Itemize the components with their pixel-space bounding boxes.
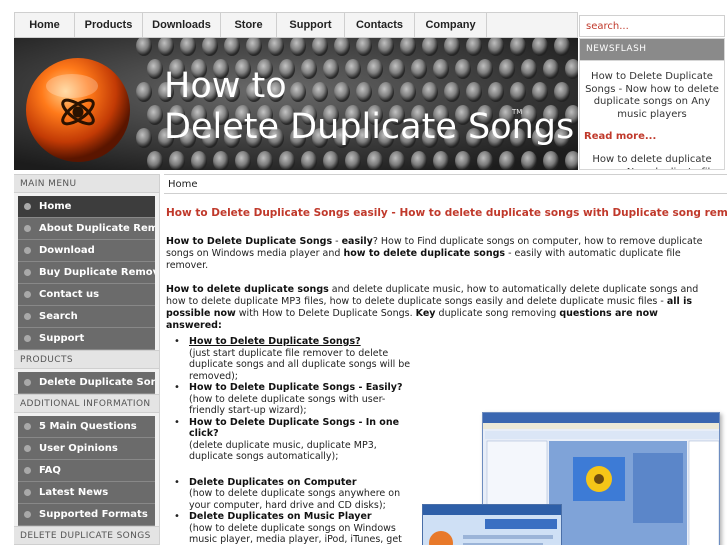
sidebar-item-label: 5 Main Questions bbox=[39, 421, 137, 432]
list-item: Delete Duplicates on Music Player (how t… bbox=[172, 511, 412, 545]
breadcrumb: Home bbox=[164, 174, 727, 194]
feature-title: Delete Duplicates on Music Player bbox=[189, 511, 372, 522]
bullet-icon bbox=[24, 379, 31, 386]
bold-text: How to Delete Duplicate Songs bbox=[166, 236, 333, 247]
read-more-link[interactable]: Read more... bbox=[580, 131, 724, 142]
sidebar-item-label: Search bbox=[39, 311, 78, 322]
sidebar-item-supported-formats[interactable]: Supported Formats bbox=[18, 504, 155, 526]
main-content: Home How to Delete Duplicate Songs easil… bbox=[164, 174, 727, 545]
feature-description: (delete duplicate music, duplicate MP3, … bbox=[189, 439, 377, 463]
bullet-icon bbox=[24, 247, 31, 254]
trademark-mark: TM bbox=[512, 108, 523, 116]
sidebar-item-label: Latest News bbox=[39, 487, 109, 498]
list-item: How to Delete Duplicate Songs - In one c… bbox=[172, 417, 412, 463]
sidebar-item-label: About Duplicate Remover bbox=[39, 223, 155, 234]
nav-support[interactable]: Support bbox=[277, 13, 345, 37]
nav-store[interactable]: Store bbox=[221, 13, 277, 37]
newsflash-item: How to delete duplicate songs - New dupl… bbox=[588, 154, 717, 169]
sidebar-item-search[interactable]: Search bbox=[18, 306, 155, 328]
sidebar-heading-products: PRODUCTS bbox=[14, 350, 159, 369]
search-input[interactable] bbox=[579, 15, 725, 37]
bold-text: how to delete duplicate songs bbox=[343, 248, 506, 259]
bullet-icon bbox=[24, 203, 31, 210]
sidebar-item-label: Home bbox=[39, 201, 72, 212]
sidebar-heading-delete-duplicate-songs: DELETE DUPLICATE SONGS bbox=[14, 526, 159, 545]
sidebar-item-faq[interactable]: FAQ bbox=[18, 460, 155, 482]
page-headline: How to Delete Duplicate Songs easily - H… bbox=[166, 207, 727, 219]
sidebar-item-label: Download bbox=[39, 245, 95, 256]
sidebar-item-label: Support bbox=[39, 333, 85, 344]
bullet-icon bbox=[24, 445, 31, 452]
bullet-icon bbox=[24, 291, 31, 298]
bullet-icon bbox=[24, 467, 31, 474]
bold-text: easily bbox=[341, 236, 373, 247]
sidebar-item-label: FAQ bbox=[39, 465, 61, 476]
sidebar-item-contact[interactable]: Contact us bbox=[18, 284, 155, 306]
feature-title: How to Delete Duplicate Songs - Easily? bbox=[189, 382, 403, 393]
list-item: Delete Duplicates on Computer (how to de… bbox=[172, 477, 412, 512]
wizard-screenshot bbox=[422, 504, 562, 545]
sidebar-item-home[interactable]: Home bbox=[18, 196, 155, 218]
feature-title: How to Delete Duplicate Songs - In one c… bbox=[189, 416, 400, 440]
sidebar-item-buy[interactable]: Buy Duplicate Remover bbox=[18, 262, 155, 284]
feature-title: Delete Duplicates on Computer bbox=[189, 476, 357, 488]
sidebar-heading-additional: ADDITIONAL INFORMATION bbox=[14, 394, 159, 413]
header-banner: How to Delete Duplicate Songs TM bbox=[14, 38, 578, 170]
bullet-icon bbox=[24, 511, 31, 518]
sidebar-item-support[interactable]: Support bbox=[18, 328, 155, 350]
list-item: How to Delete Duplicate Songs? (just sta… bbox=[172, 336, 412, 382]
sidebar-item-about[interactable]: About Duplicate Remover bbox=[18, 218, 155, 240]
bullet-icon bbox=[24, 225, 31, 232]
sidebar: MAIN MENU Home About Duplicate Remover D… bbox=[14, 174, 160, 545]
bold-text: How to delete duplicate songs bbox=[166, 284, 329, 295]
banner-title-line1: How to bbox=[164, 66, 287, 106]
text: duplicate song removing bbox=[435, 308, 560, 319]
bold-text: Key bbox=[415, 308, 436, 319]
bullet-icon bbox=[24, 335, 31, 342]
nav-home[interactable]: Home bbox=[15, 13, 75, 37]
wizard-window-image bbox=[423, 505, 561, 545]
description-paragraph: How to delete duplicate songs and delete… bbox=[166, 284, 706, 332]
bullet-icon bbox=[24, 313, 31, 320]
sidebar-item-label: Contact us bbox=[39, 289, 100, 300]
text: - bbox=[332, 236, 342, 247]
feature-link[interactable]: How to Delete Duplicate Songs? bbox=[189, 336, 412, 348]
list-item: How to Delete Duplicate Songs - Easily? … bbox=[172, 382, 412, 417]
bullet-icon bbox=[24, 489, 31, 496]
sidebar-item-5-main-questions[interactable]: 5 Main Questions bbox=[18, 416, 155, 438]
sidebar-item-download[interactable]: Download bbox=[18, 240, 155, 262]
sidebar-item-label: Supported Formats bbox=[39, 509, 148, 520]
banner-title: How to Delete Duplicate Songs bbox=[164, 66, 574, 148]
top-navigation: Home Products Downloads Store Support Co… bbox=[14, 12, 578, 38]
feature-description: (how to delete duplicate songs on Window… bbox=[189, 522, 402, 545]
nav-products[interactable]: Products bbox=[75, 13, 143, 37]
sidebar-item-label: Buy Duplicate Remover bbox=[39, 267, 155, 278]
newsflash-panel: NEWSFLASH How to Delete Duplicate Songs … bbox=[579, 38, 725, 170]
feature-description: (how to delete duplicate songs with user… bbox=[189, 393, 386, 417]
intro-paragraph: How to Delete Duplicate Songs - easily? … bbox=[166, 236, 706, 272]
sidebar-item-label: User Opinions bbox=[39, 443, 118, 454]
newsflash-heading: NEWSFLASH bbox=[580, 39, 724, 61]
sidebar-item-label: Delete Duplicate Songs bbox=[39, 377, 155, 388]
bullet-icon bbox=[24, 269, 31, 276]
sidebar-heading-main-menu: MAIN MENU bbox=[14, 174, 159, 193]
feature-description: (just start duplicate file remover to de… bbox=[189, 347, 411, 382]
bullet-icon bbox=[24, 423, 31, 430]
sidebar-item-latest-news[interactable]: Latest News bbox=[18, 482, 155, 504]
feature-list: How to Delete Duplicate Songs? (just sta… bbox=[172, 336, 412, 545]
sidebar-item-delete-duplicate-songs[interactable]: Delete Duplicate Songs bbox=[18, 372, 155, 394]
feature-description: (how to delete duplicate songs anywhere … bbox=[189, 488, 401, 511]
sidebar-item-user-opinions[interactable]: User Opinions bbox=[18, 438, 155, 460]
nav-contacts[interactable]: Contacts bbox=[345, 13, 415, 37]
text: with How to Delete Duplicate Songs. bbox=[235, 308, 416, 319]
nav-downloads[interactable]: Downloads bbox=[143, 13, 221, 37]
nav-company[interactable]: Company bbox=[415, 13, 487, 37]
newsflash-item: How to Delete Duplicate Songs - Now how … bbox=[585, 71, 719, 120]
